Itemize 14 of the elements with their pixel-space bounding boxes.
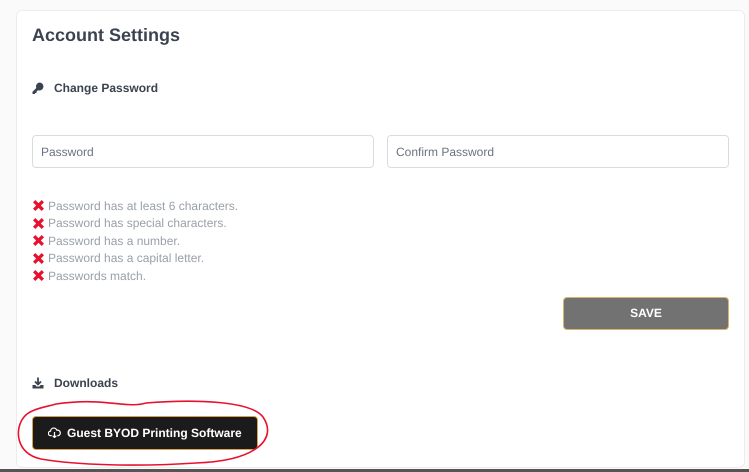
password-field[interactable]: Confirm Password: [387, 135, 729, 168]
requirement-text: Password has special characters.: [48, 216, 227, 230]
section-heading: Downloads: [54, 376, 118, 390]
requirement-text: Passwords match.: [48, 268, 146, 283]
password-field[interactable]: Password: [32, 135, 374, 168]
requirement-text: Password has at least 6 characters.: [48, 198, 238, 213]
key-icon: [32, 82, 44, 94]
download-button[interactable]: Guest BYOD Printing Software: [32, 416, 258, 450]
section-heading: Change Password: [54, 81, 158, 95]
page-title: Account Settings: [32, 25, 180, 46]
requirement-text: Password has a capital letter.: [48, 251, 204, 266]
requirement-text: Password has a number.: [48, 234, 180, 248]
cloud-download-icon: [48, 427, 61, 438]
download-icon: [32, 376, 44, 388]
